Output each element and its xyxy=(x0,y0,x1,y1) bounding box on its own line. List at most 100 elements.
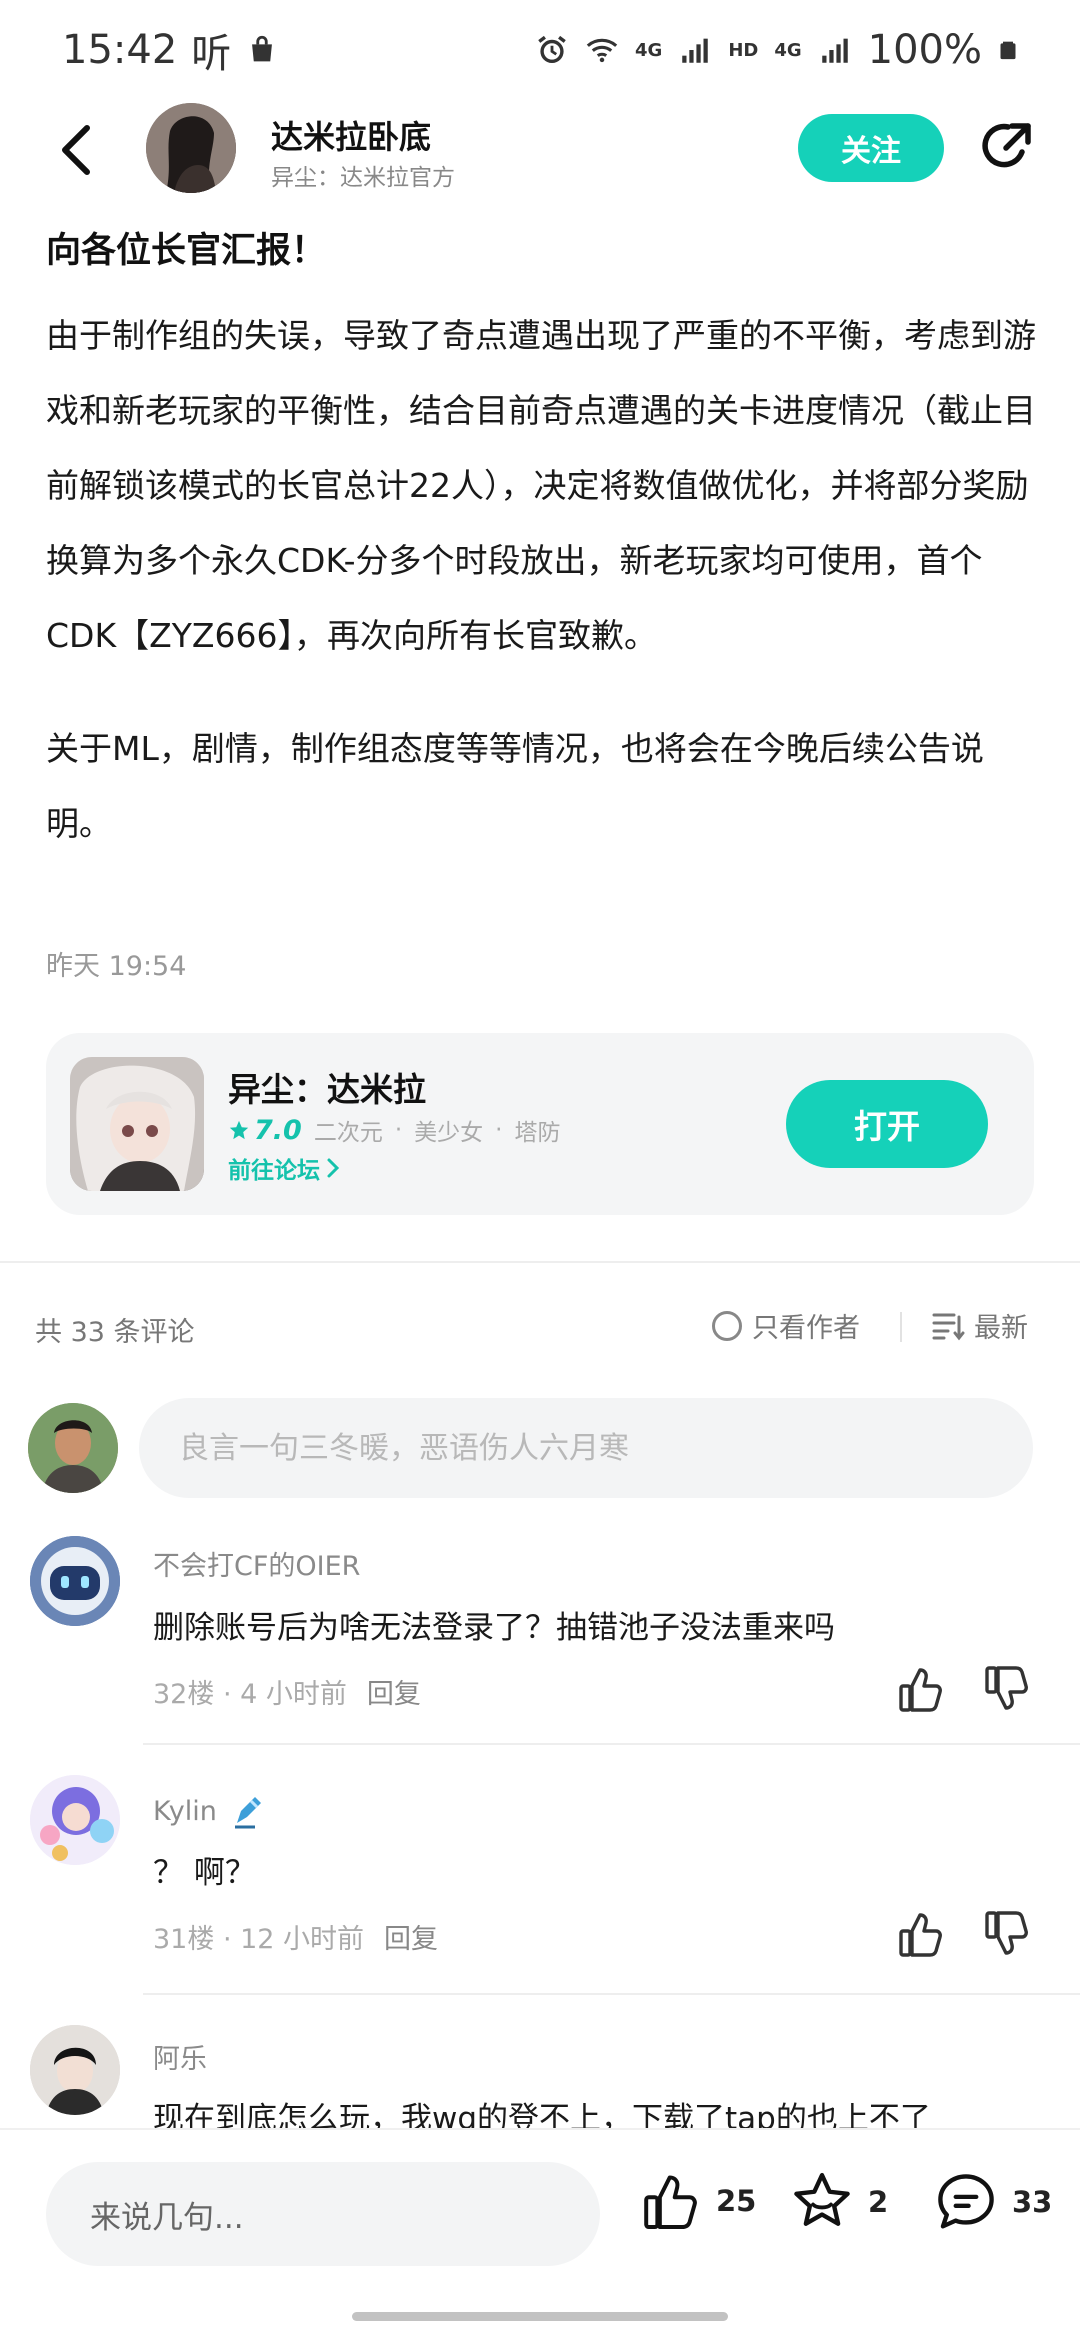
author-subtitle: 异尘：达米拉官方 xyxy=(271,165,455,191)
tag-separator: · xyxy=(495,1117,503,1143)
battery-percent: 100% xyxy=(867,27,982,73)
network-type-2: 4G xyxy=(774,39,802,61)
comments-button[interactable]: 33 xyxy=(934,2170,1052,2234)
comment-avatar[interactable] xyxy=(30,2025,120,2115)
game-tag: 二次元 xyxy=(313,1120,383,1146)
status-extra-glyph: 听 xyxy=(191,31,232,77)
section-divider xyxy=(0,1261,1080,1263)
comment-item: 阿乐 现在到底怎么玩，我wg的登不上，下载了tap的也上不了 xyxy=(0,2025,1080,2128)
star-icon xyxy=(794,2172,850,2226)
post-body: 由于制作组的失误，导致了奇点遭遇出现了严重的不平衡，考虑到游戏和新老玩家的平衡性… xyxy=(46,298,1036,861)
portrait-avatar-image xyxy=(30,2025,120,2115)
bottom-comment-input[interactable]: 来说几句... xyxy=(46,2162,600,2266)
comment-username-text: 不会打CF的OIER xyxy=(153,1551,361,1582)
author-avatar-image xyxy=(146,103,236,193)
author-avatar[interactable] xyxy=(146,103,236,193)
hd-label: HD xyxy=(728,39,759,61)
game-icon-image xyxy=(70,1057,204,1191)
comment-avatar[interactable] xyxy=(30,1536,120,1626)
status-bar: 15:42 听 4G HD 4G 100% xyxy=(0,0,1080,100)
favorite-count: 2 xyxy=(868,2185,889,2219)
shopping-bag-icon xyxy=(252,35,273,62)
post-paragraph-2: 关于ML，剧情，制作组态度等等情况，也将会在今晚后续公告说明。 xyxy=(46,729,984,843)
status-right: 4G HD 4G 100% xyxy=(535,27,1018,73)
sort-label: 最新 xyxy=(974,1313,1028,1344)
game-tag: 美少女 xyxy=(414,1120,484,1146)
sort-icon xyxy=(932,1313,965,1340)
comment-username-text: Kylin xyxy=(153,1795,217,1827)
comment-item: Kylin ？ 啊？ 31楼 · 12 小时前 回复 xyxy=(0,1775,1080,1995)
status-time: 15:42 xyxy=(62,27,178,73)
status-left: 15:42 听 xyxy=(62,21,279,79)
game-meta: 7.0 二次元 · 美少女 · 塔防 xyxy=(228,1113,560,1147)
comment-text: 现在到底怎么玩，我wg的登不上，下载了tap的也上不了 xyxy=(153,2101,931,2128)
thumbs-down-icon[interactable] xyxy=(982,1664,1032,1714)
sort-newest-button[interactable]: 最新 xyxy=(932,1306,1028,1345)
reply-button[interactable]: 回复 xyxy=(384,1917,438,1956)
thumbs-down-icon[interactable] xyxy=(982,1909,1032,1959)
robot-avatar-image xyxy=(30,1536,120,1626)
chevron-right-icon xyxy=(327,1158,340,1178)
comment-item: 不会打CF的OIER 删除账号后为啥无法登录了？抽错池子没法重来吗 32楼 · … xyxy=(0,1530,1080,1750)
reply-button[interactable]: 回复 xyxy=(367,1672,421,1711)
favorite-button[interactable]: 2 xyxy=(790,2170,888,2234)
share-icon xyxy=(982,123,1031,168)
author-name[interactable]: 达米拉卧底 xyxy=(271,112,431,158)
post-timestamp: 昨天 19:54 xyxy=(46,951,187,982)
comment-avatar[interactable] xyxy=(30,1775,120,1865)
signal-icon-1 xyxy=(682,38,709,63)
alarm-icon xyxy=(538,35,566,64)
anime-avatar-image xyxy=(30,1775,120,1865)
back-arrow-icon xyxy=(62,125,90,175)
game-rating: 7.0 xyxy=(228,1115,302,1146)
comment-meta: 32楼 · 4 小时前 回复 xyxy=(153,1672,421,1711)
tag-separator: · xyxy=(394,1117,403,1143)
vertical-separator xyxy=(900,1312,902,1342)
comment-meta: 31楼 · 12 小时前 回复 xyxy=(153,1917,438,1956)
pen-badge-icon xyxy=(234,1797,261,1829)
post-title: 向各位长官汇报！ xyxy=(46,231,327,271)
forum-link-label: 前往论坛 xyxy=(228,1158,320,1184)
game-app-icon[interactable] xyxy=(70,1057,204,1191)
comment-floor-time: 32楼 · 4 小时前 xyxy=(153,1679,347,1710)
thumbs-up-icon[interactable] xyxy=(896,1909,946,1959)
comment-username[interactable]: 阿乐 xyxy=(153,2037,207,2076)
comment-count: 33 xyxy=(1012,2185,1053,2219)
thumbs-up-icon[interactable] xyxy=(896,1664,946,1714)
radio-circle-icon xyxy=(712,1310,742,1341)
game-card[interactable]: 异尘：达米拉 7.0 二次元 · 美少女 · 塔防 前往论坛 打开 xyxy=(46,1033,1034,1215)
star-icon xyxy=(229,1120,249,1140)
comment-input[interactable] xyxy=(139,1398,1033,1498)
game-tag: 塔防 xyxy=(514,1120,561,1146)
forum-link[interactable]: 前往论坛 xyxy=(228,1151,340,1185)
network-type-1: 4G xyxy=(635,39,663,61)
post-header: 达米拉卧底 异尘：达米拉官方 关注 xyxy=(0,100,1080,200)
like-count: 25 xyxy=(716,2184,757,2218)
comment-bubble-icon xyxy=(938,2174,994,2229)
comment-username[interactable]: 不会打CF的OIER xyxy=(153,1544,360,1583)
comment-floor-time: 31楼 · 12 小时前 xyxy=(153,1924,365,1955)
home-indicator[interactable] xyxy=(352,2312,728,2321)
post-paragraph-1: 由于制作组的失误，导致了奇点遭遇出现了严重的不平衡，考虑到游戏和新老玩家的平衡性… xyxy=(46,316,1036,655)
comment-username-text: 阿乐 xyxy=(153,2044,207,2075)
wifi-icon xyxy=(586,38,618,63)
thumbs-up-icon xyxy=(644,2175,697,2230)
share-button[interactable] xyxy=(972,116,1038,182)
author-only-label: 只看作者 xyxy=(752,1313,860,1344)
battery-icon xyxy=(1000,41,1016,60)
my-avatar xyxy=(28,1403,118,1493)
comment-text: ？ 啊？ xyxy=(153,1855,256,1891)
follow-button[interactable]: 关注 xyxy=(798,114,944,182)
game-rating-value: 7.0 xyxy=(254,1114,302,1146)
open-game-button[interactable]: 打开 xyxy=(786,1080,988,1168)
like-button[interactable]: 25 xyxy=(640,2170,756,2232)
bottom-action-bar: 来说几句... 25 2 33 xyxy=(0,2128,1080,2340)
comment-username[interactable]: Kylin xyxy=(153,1793,265,1829)
author-only-toggle[interactable]: 只看作者 xyxy=(712,1306,860,1345)
game-name[interactable]: 异尘：达米拉 xyxy=(228,1063,426,1111)
my-avatar-image xyxy=(28,1403,118,1493)
back-button[interactable] xyxy=(46,116,106,184)
signal-icon-2 xyxy=(821,38,848,63)
comment-divider xyxy=(143,1743,1080,1745)
comment-text: 删除账号后为啥无法登录了？抽错池子没法重来吗 xyxy=(153,1610,835,1646)
